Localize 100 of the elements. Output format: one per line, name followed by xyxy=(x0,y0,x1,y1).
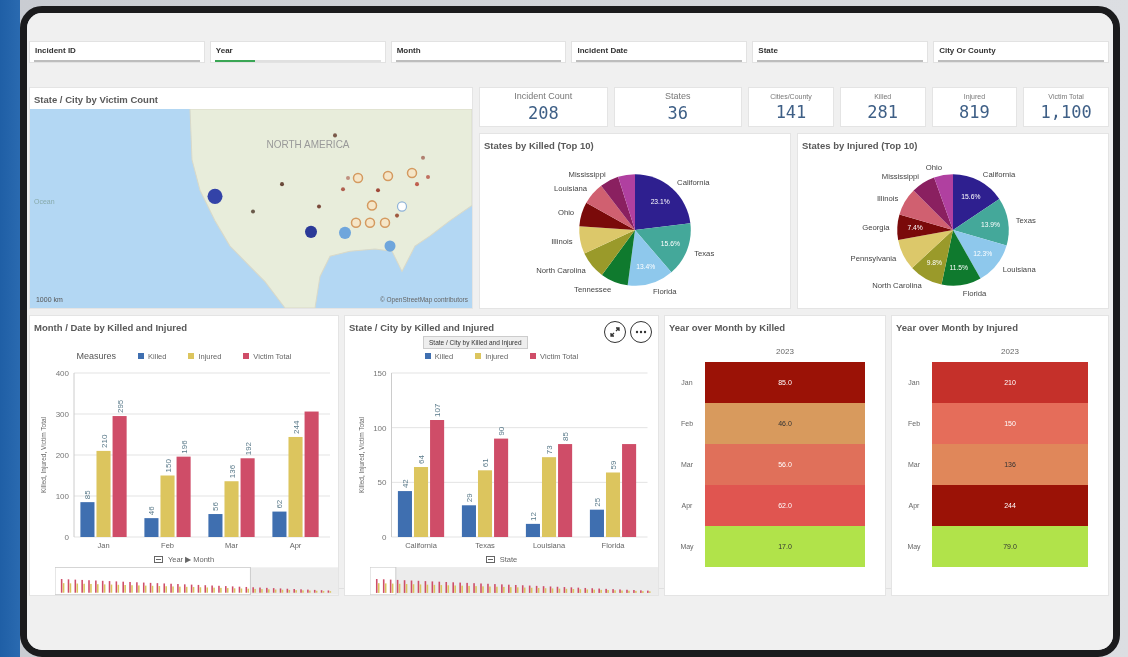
filter-field[interactable]: City Or County xyxy=(933,41,1109,63)
bar[interactable] xyxy=(80,502,95,537)
filter-field[interactable]: Incident ID xyxy=(29,41,205,63)
bar-value-label: 150 xyxy=(163,459,173,473)
axis-tick-label: 300 xyxy=(55,410,69,419)
slice-category-label: Texas xyxy=(694,248,715,258)
kpi-label: Incident Count xyxy=(514,91,573,101)
axis-tick-label: 400 xyxy=(55,369,69,378)
pie-slice[interactable] xyxy=(579,226,635,254)
expand-button[interactable] xyxy=(604,321,626,343)
kpi-value: 36 xyxy=(667,103,689,123)
pie-slice[interactable] xyxy=(899,190,953,230)
bar-value-label: 46 xyxy=(147,506,157,516)
bar-value-label: 85 xyxy=(83,490,93,500)
minimap-drawing[interactable] xyxy=(54,567,338,595)
bar-value-label: 56 xyxy=(211,502,221,512)
kpi-label: States xyxy=(665,91,691,101)
slice-category-label: California xyxy=(677,178,710,188)
slice-category-label: Louisiana xyxy=(554,184,587,194)
bar-value-label: 210 xyxy=(99,434,109,448)
kpi-value: 208 xyxy=(527,103,559,123)
bar-value-label: 73 xyxy=(545,445,554,455)
pie-slice[interactable] xyxy=(953,198,1009,246)
pie-slice[interactable] xyxy=(635,223,691,273)
bar[interactable] xyxy=(397,491,412,537)
bar-value-label: 59 xyxy=(609,460,618,470)
kpi-value: 281 xyxy=(867,101,899,122)
filter-field[interactable]: Year xyxy=(209,41,386,63)
bar[interactable] xyxy=(589,509,604,537)
axis-tick-label: 100 xyxy=(373,423,387,433)
filter-field[interactable]: Month xyxy=(390,41,567,63)
bar[interactable] xyxy=(240,458,255,537)
slice-category-label: Ohio xyxy=(557,207,575,217)
axis-tick-label: 0 xyxy=(382,533,387,542)
more-button[interactable] xyxy=(630,321,652,343)
bar[interactable] xyxy=(144,518,159,537)
slice-category-label: Ohio xyxy=(925,163,943,173)
bar-value-label: 90 xyxy=(497,426,507,436)
bar[interactable] xyxy=(558,444,573,537)
panel-title: States by Killed (Top 10) xyxy=(483,139,595,153)
filter-field[interactable]: State xyxy=(752,41,929,63)
slice-category-label: Georgia xyxy=(862,222,890,232)
axis-tick-label: 200 xyxy=(55,451,69,460)
panel-title: Year over Month by Injured xyxy=(895,321,1019,335)
bar-value-label: 62 xyxy=(275,499,285,509)
bar-value-label: 196 xyxy=(179,440,189,454)
drill-icon xyxy=(153,555,163,563)
pie-slice[interactable] xyxy=(601,230,635,286)
kpi-value: 141 xyxy=(775,101,807,122)
pie-slice[interactable] xyxy=(586,185,635,230)
panel-title: State / City by Killed and Injured xyxy=(348,321,496,335)
legend-title: Measures xyxy=(76,351,117,361)
bar[interactable] xyxy=(494,438,509,537)
more-icon xyxy=(635,330,647,334)
bar[interactable] xyxy=(272,511,287,537)
filter-field[interactable]: Incident Date xyxy=(571,41,748,63)
bar-value-label: 61 xyxy=(481,458,490,468)
bar-value-label: 85 xyxy=(561,432,571,442)
kpi-value: 819 xyxy=(959,101,990,122)
kpi-value: 1,100 xyxy=(1040,101,1092,122)
pie-slice[interactable] xyxy=(897,214,953,241)
slice-category-label: Mississippi xyxy=(881,172,919,182)
column-header: 2023 xyxy=(1000,346,1020,358)
bar[interactable] xyxy=(304,411,319,537)
bar[interactable] xyxy=(622,444,637,537)
slice-category-label: Pennsylvania xyxy=(850,254,897,264)
bar-value-label: 192 xyxy=(243,441,253,456)
bar[interactable] xyxy=(176,456,191,537)
bar-value-label: 295 xyxy=(115,399,125,414)
pie-slice[interactable] xyxy=(584,230,635,275)
pie-slice[interactable] xyxy=(579,202,635,230)
expand-icon xyxy=(610,327,620,337)
bar-value-label: 29 xyxy=(464,493,474,503)
slice-category-label: Florida xyxy=(653,286,677,296)
map-region-label: NORTH AMERICA xyxy=(266,138,350,150)
axis-tick-label: 150 xyxy=(373,369,387,378)
axis-tick-label: 100 xyxy=(55,492,69,501)
pie-slice[interactable] xyxy=(934,174,953,230)
panel-title: Month / Date by Killed and Injured xyxy=(33,321,189,335)
bar[interactable] xyxy=(112,416,127,537)
slice-category-label: Illinois xyxy=(877,193,899,203)
axis-tick-label: 50 xyxy=(377,478,387,488)
panel-title: State / City by Victim Count xyxy=(33,93,159,107)
bar[interactable] xyxy=(525,523,540,537)
bar-value-label: 64 xyxy=(417,455,426,465)
column-header: 2023 xyxy=(775,346,795,358)
slice-category-label: Louisiana xyxy=(1002,265,1036,275)
axis-tick-label: 0 xyxy=(64,533,69,542)
bar-value-label: 12 xyxy=(528,511,538,521)
bar[interactable] xyxy=(430,420,445,537)
bar[interactable] xyxy=(208,514,223,537)
panel-title: Year over Month by Killed xyxy=(668,321,787,335)
slice-category-label: Florida xyxy=(962,288,987,298)
bar[interactable] xyxy=(461,505,476,537)
bar-value-label: 107 xyxy=(433,403,443,417)
minimap-drawing[interactable] xyxy=(370,567,658,595)
slice-category-label: Tennessee xyxy=(574,284,612,294)
bar-value-label: 42 xyxy=(400,479,410,489)
pie-slice[interactable] xyxy=(618,174,635,230)
bar-value-label: 136 xyxy=(227,464,237,479)
